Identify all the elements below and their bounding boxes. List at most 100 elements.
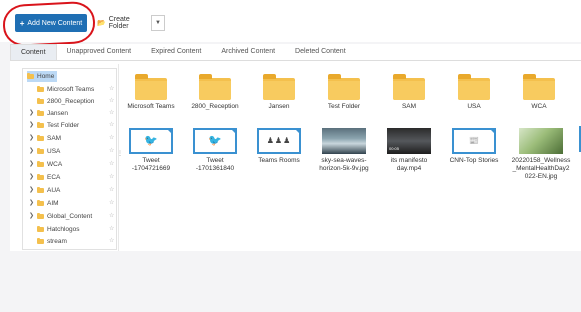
tab-unapproved-content[interactable]: Unapproved Content: [57, 44, 142, 60]
tree-item-label: ECA: [47, 174, 61, 181]
tree-item-sam[interactable]: ❯ SAM: [29, 133, 61, 144]
folder-open-icon: 📂: [97, 20, 106, 27]
create-folder-button[interactable]: 📂 Create Folder: [93, 15, 151, 31]
folder-icon: [37, 109, 44, 116]
tree-item-label: Hatchlogos: [47, 226, 80, 233]
folder-icon: [328, 74, 360, 100]
tree-item-usa[interactable]: ❯ USA: [29, 146, 60, 157]
twitter-thumbnail: 🐦: [193, 128, 237, 154]
star-icon[interactable]: ☆: [109, 85, 114, 92]
folder-tile[interactable]: 2800_Reception: [187, 74, 243, 111]
tree-item-label: WCA: [47, 161, 63, 168]
folder-icon: [37, 173, 44, 180]
tree-item-2800-reception[interactable]: 2800_Reception: [29, 96, 94, 107]
chevron-right-icon[interactable]: ❯: [29, 198, 37, 209]
image-thumbnail: [519, 128, 563, 154]
star-icon[interactable]: ☆: [109, 147, 114, 154]
video-timestamp: 00:05: [389, 146, 400, 151]
star-icon[interactable]: ☆: [109, 225, 114, 232]
star-icon[interactable]: ☆: [109, 160, 114, 167]
tree-item-stream[interactable]: stream: [29, 236, 67, 247]
folder-icon: [37, 134, 44, 141]
folder-icon: [458, 74, 490, 100]
tree-item-label: 2800_Reception: [47, 98, 95, 105]
twitter-bird-icon: 🐦: [144, 135, 158, 147]
folder-icon: [37, 186, 44, 193]
chevron-right-icon[interactable]: ❯: [29, 172, 37, 183]
tree-item-test-folder[interactable]: ❯ Test Folder: [29, 120, 79, 131]
folder-icon: [37, 199, 44, 206]
splitter-handle-icon[interactable]: ⋮: [117, 150, 123, 160]
newspaper-icon: 📰: [469, 136, 479, 145]
tab-deleted-content[interactable]: Deleted Content: [285, 44, 356, 60]
folder-icon: [199, 74, 231, 100]
folder-tile[interactable]: Jansen: [251, 74, 307, 111]
folder-tile[interactable]: SAM: [381, 74, 437, 111]
folder-icon: [37, 225, 44, 232]
star-icon[interactable]: ☆: [109, 186, 114, 193]
folder-icon: [37, 85, 44, 92]
tree-item-wca[interactable]: ❯ WCA: [29, 159, 62, 170]
annotation-circle: [1, 0, 97, 48]
folder-tile[interactable]: Test Folder: [316, 74, 372, 111]
content-tile[interactable]: 🐦 Tweet -1704721669: [123, 128, 179, 173]
star-icon[interactable]: ☆: [109, 109, 114, 116]
star-icon[interactable]: ☆: [109, 121, 114, 128]
chevron-right-icon[interactable]: ❯: [29, 108, 37, 119]
tab-expired-content[interactable]: Expired Content: [141, 44, 211, 60]
tree-item-label: Global_Content: [47, 213, 93, 220]
tree-item-label: Microsoft Teams: [47, 86, 95, 93]
tree-item-label: Test Folder: [47, 122, 80, 129]
tree-item-home[interactable]: Home: [27, 71, 58, 82]
star-icon[interactable]: ☆: [109, 199, 114, 206]
chevron-right-icon[interactable]: ❯: [29, 133, 37, 144]
star-icon[interactable]: ☆: [109, 212, 114, 219]
content-tile[interactable]: sky-sea-waves-horizon-5k-9v.jpg: [316, 128, 372, 173]
star-icon[interactable]: ☆: [109, 237, 114, 244]
content-tile[interactable]: ♟♟♟ Teams Rooms: [251, 128, 307, 165]
tab-archived-content[interactable]: Archived Content: [211, 44, 285, 60]
chevron-right-icon[interactable]: ❯: [29, 185, 37, 196]
tree-item-label: AUA: [47, 187, 61, 194]
tree-item-global-content[interactable]: ❯ Global_Content: [29, 211, 92, 222]
tree-item-microsoft-teams[interactable]: Microsoft Teams: [29, 84, 94, 95]
content-tile[interactable]: 20220158_Wellness_MentalHealthDay2022-EN…: [511, 128, 571, 181]
folder-icon: [27, 72, 34, 79]
star-icon[interactable]: ☆: [109, 173, 114, 180]
news-thumbnail: 📰: [452, 128, 496, 154]
create-folder-dropdown-button[interactable]: ▼: [151, 15, 165, 31]
chevron-right-icon[interactable]: ❯: [29, 211, 37, 222]
folder-icon: [37, 97, 44, 104]
folder-icon: [263, 74, 295, 100]
content-tile[interactable]: 00:05 its manifesto day.mp4: [381, 128, 437, 173]
star-icon[interactable]: ☆: [109, 97, 114, 104]
chevron-right-icon[interactable]: ❯: [29, 120, 37, 131]
tab-content[interactable]: Content: [10, 44, 57, 60]
folder-icon: [37, 121, 44, 128]
twitter-bird-icon: 🐦: [208, 135, 222, 147]
image-thumbnail: [322, 128, 366, 154]
chevron-right-icon[interactable]: ❯: [29, 146, 37, 157]
star-icon[interactable]: ☆: [109, 134, 114, 141]
tree-item-label: Jansen: [47, 110, 68, 117]
content-tile[interactable]: 🐦 Tweet -1701361840: [187, 128, 243, 173]
tree-item-jansen[interactable]: ❯ Jansen: [29, 108, 68, 119]
tree-item-eca[interactable]: ❯ ECA: [29, 172, 60, 183]
folder-icon: [37, 237, 44, 244]
people-icon: ♟♟♟: [266, 136, 292, 145]
tree-item-label: USA: [47, 148, 61, 155]
teams-rooms-thumbnail: ♟♟♟: [257, 128, 301, 154]
folder-tile[interactable]: WCA: [511, 74, 567, 111]
tree-item-aua[interactable]: ❯ AUA: [29, 185, 60, 196]
chevron-right-icon[interactable]: ❯: [29, 159, 37, 170]
folder-tile[interactable]: USA: [446, 74, 502, 111]
folder-tile[interactable]: Microsoft Teams: [123, 74, 179, 111]
tree-item-hatchlogos[interactable]: Hatchlogos: [29, 224, 80, 235]
content-tabs: Content Unapproved Content Expired Conte…: [10, 44, 581, 61]
tree-item-label: stream: [47, 238, 67, 245]
folder-icon: [37, 147, 44, 154]
content-tile[interactable]: 📰 CNN-Top Stories: [446, 128, 502, 165]
twitter-thumbnail: 🐦: [129, 128, 173, 154]
folder-icon: [37, 160, 44, 167]
tree-item-aim[interactable]: ❯ AIM: [29, 198, 59, 209]
